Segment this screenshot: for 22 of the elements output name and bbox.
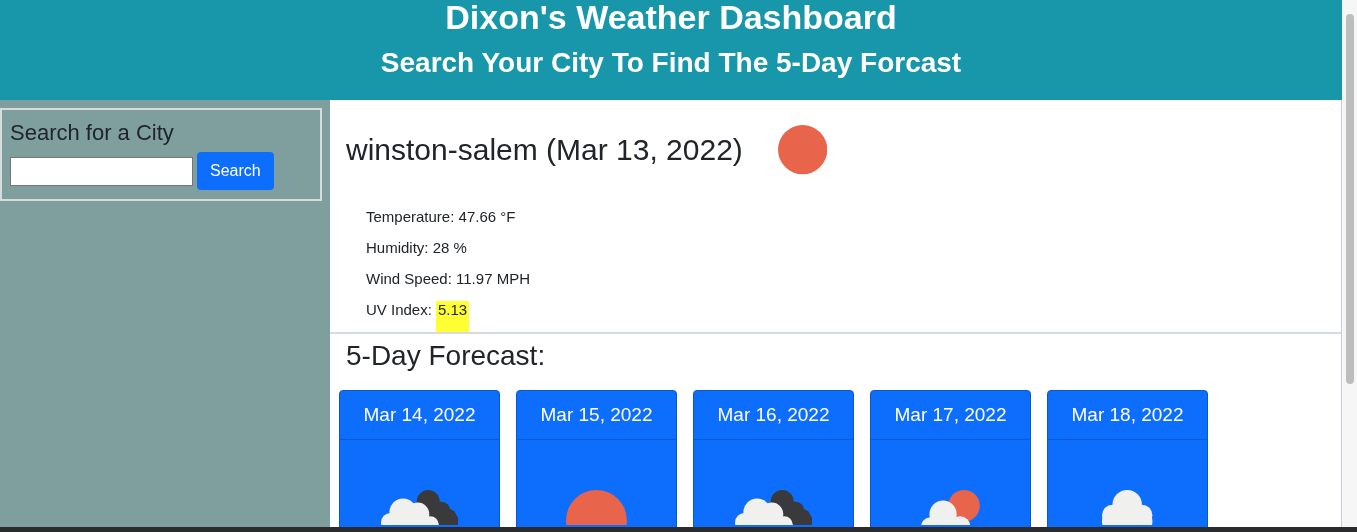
uv-value: 5.13	[435, 301, 470, 332]
cloud-icon	[1102, 490, 1153, 525]
page-subtitle: Search Your City To Find The 5-Day Forcast	[379, 46, 963, 80]
forecast-heading: 5-Day Forecast:	[346, 340, 547, 373]
forecast-date: Mar 18, 2022	[1048, 391, 1207, 440]
weather-detail: Temperature: 47.66 °F	[366, 208, 517, 227]
forecast-date: Mar 17, 2022	[871, 391, 1030, 440]
search-button[interactable]: Search	[197, 152, 274, 190]
weather-detail: Wind Speed: 11.97 MPH	[366, 270, 531, 289]
search-heading: Search for a City	[10, 120, 175, 146]
uv-label: UV Index:	[366, 301, 432, 320]
weather-detail: Humidity: 28 %	[366, 239, 468, 258]
scrollbar[interactable]	[1342, 0, 1357, 527]
city-input-field[interactable]	[10, 156, 193, 186]
forecast-date: Mar 14, 2022	[340, 391, 499, 440]
city-date-title: winston-salem (Mar 13, 2022)	[346, 133, 743, 167]
page-title: Dixon's Weather Dashboard	[444, 0, 898, 34]
scrollbar-thumb[interactable]	[1345, 14, 1354, 384]
sun-icon	[777, 125, 828, 175]
forecast-date: Mar 16, 2022	[694, 391, 853, 440]
sun-icon	[566, 490, 627, 525]
forecast-date: Mar 15, 2022	[517, 391, 676, 440]
